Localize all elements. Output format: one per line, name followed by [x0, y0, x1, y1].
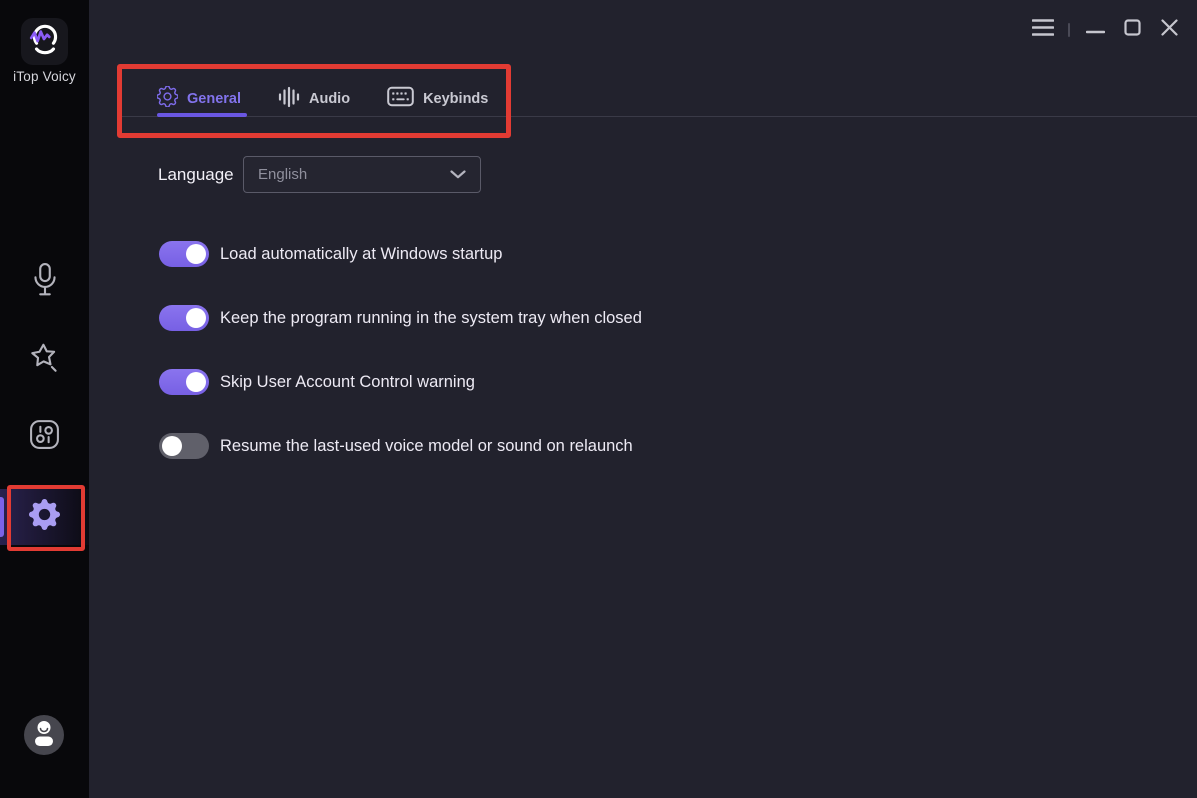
tab-keybinds[interactable]: Keybinds: [387, 86, 488, 112]
user-avatar[interactable]: [24, 715, 64, 755]
tab-general[interactable]: General: [157, 86, 241, 112]
user-avatar-icon: [24, 713, 64, 758]
setting-row-tray: Keep the program running in the system t…: [159, 305, 642, 331]
setting-label: Keep the program running in the system t…: [220, 309, 642, 328]
language-dropdown-value: English: [258, 166, 450, 183]
chevron-down-icon: [450, 166, 466, 184]
tabs-divider: [121, 116, 1197, 117]
menu-button[interactable]: [1031, 18, 1055, 42]
toggle-knob: [186, 308, 206, 328]
toggle-knob: [186, 244, 206, 264]
sidebar-item-soundboard[interactable]: [0, 409, 89, 465]
toggle-resume[interactable]: [159, 433, 209, 459]
active-tab-underline: [157, 113, 247, 117]
sidebar-item-microphone[interactable]: [0, 254, 89, 310]
menu-icon: [1032, 19, 1054, 41]
toggle-knob: [186, 372, 206, 392]
setting-row-autostart: Load automatically at Windows startup: [159, 241, 502, 267]
toggle-tray[interactable]: [159, 305, 209, 331]
minimize-icon: [1086, 21, 1105, 39]
sidebar-item-settings[interactable]: [0, 489, 89, 545]
toggle-uac[interactable]: [159, 369, 209, 395]
tab-audio[interactable]: Audio: [278, 86, 350, 113]
app-logo: [21, 18, 68, 65]
gear-icon: [157, 86, 178, 112]
magic-star-icon: [27, 340, 63, 381]
sidebar-active-indicator: [0, 497, 4, 537]
close-button[interactable]: [1157, 18, 1181, 42]
setting-label: Resume the last-used voice model or soun…: [220, 437, 633, 456]
maximize-icon: [1124, 19, 1141, 41]
setting-row-resume: Resume the last-used voice model or soun…: [159, 433, 633, 459]
soundboard-sliders-icon: [28, 418, 61, 456]
voicy-waveform-logo-icon: [26, 20, 64, 63]
language-label: Language: [158, 165, 234, 185]
setting-label: Skip User Account Control warning: [220, 373, 475, 392]
tab-audio-label: Audio: [309, 91, 350, 107]
setting-row-uac: Skip User Account Control warning: [159, 369, 475, 395]
app-name: iTop Voicy: [0, 69, 89, 84]
app-window: iTop Voicy: [0, 0, 1197, 798]
tab-general-label: General: [187, 91, 241, 107]
language-dropdown[interactable]: English: [243, 156, 481, 193]
titlebar-separator: [1068, 23, 1070, 37]
titlebar-controls: [1031, 18, 1181, 42]
minimize-button[interactable]: [1083, 18, 1107, 42]
tabs-bar: General Audio: [157, 83, 488, 115]
sidebar: iTop Voicy: [0, 0, 89, 798]
close-icon: [1161, 19, 1178, 41]
sidebar-item-magic-star[interactable]: [0, 332, 89, 388]
toggle-knob: [162, 436, 182, 456]
audio-waveform-icon: [278, 86, 300, 113]
setting-label: Load automatically at Windows startup: [220, 245, 502, 264]
microphone-icon: [29, 262, 61, 303]
gear-icon: [29, 499, 60, 535]
tab-keybinds-label: Keybinds: [423, 91, 488, 107]
maximize-button[interactable]: [1120, 18, 1144, 42]
keyboard-icon: [387, 86, 414, 112]
toggle-autostart[interactable]: [159, 241, 209, 267]
